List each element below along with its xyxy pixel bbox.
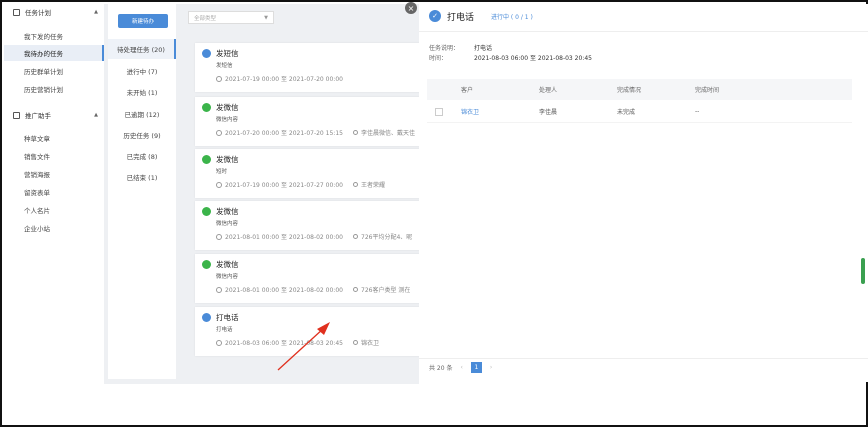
screen-frame: 任务计划 ▲ 我下发的任务 我待办的任务 历史群单计划 历史营销计划 推广助手 … [0, 0, 868, 427]
annotation-arrow [277, 322, 330, 371]
